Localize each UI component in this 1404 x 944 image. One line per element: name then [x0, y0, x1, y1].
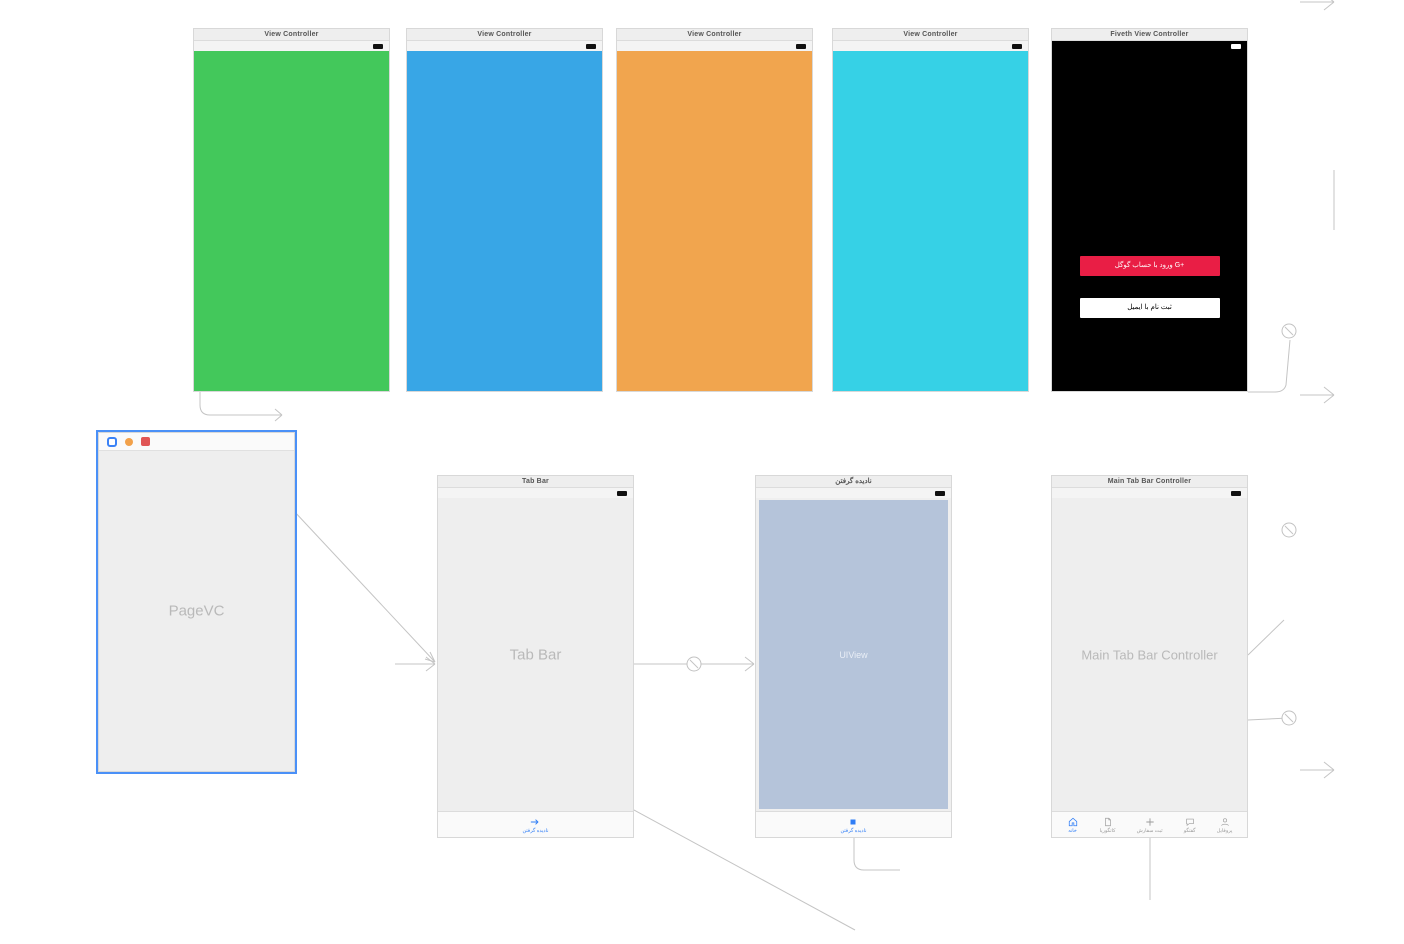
status-bar: [1052, 488, 1247, 498]
battery-icon: [617, 491, 627, 496]
first-responder-icon[interactable]: [107, 437, 117, 447]
tab-chat[interactable]: گفتگو: [1184, 817, 1196, 834]
tab-label: پروفایل: [1217, 828, 1233, 834]
status-bar: [194, 41, 389, 51]
fiveth-body: ورود با حساب گوگل G+ ثبت نام با ایمیل: [1052, 51, 1247, 391]
tab-label: کاتگوریا: [1100, 828, 1116, 834]
status-bar: [438, 488, 633, 498]
maintab-body: Main Tab Bar Controller: [1052, 498, 1247, 811]
scene-ignored[interactable]: نادیده گرفتن UIView نادیده گرفتن: [755, 475, 952, 838]
pagevc-body: PageVC: [99, 451, 294, 771]
tab-categories[interactable]: کاتگوریا: [1100, 817, 1116, 834]
vc2-body: [407, 51, 602, 391]
scene-title: Main Tab Bar Controller: [1052, 476, 1247, 488]
battery-icon: [1012, 44, 1022, 49]
tab-label: نادیده گرفتن: [522, 828, 548, 834]
scene-vc3[interactable]: View Controller: [616, 28, 813, 392]
tab-label: گفتگو: [1184, 828, 1196, 834]
arrow-right-icon: [529, 817, 541, 827]
person-icon: [1219, 817, 1231, 827]
scene-title: View Controller: [833, 29, 1028, 41]
storyboard-ref-icon[interactable]: [141, 437, 150, 446]
tab-bar: نادیده گرفتن: [756, 811, 951, 837]
tab-home[interactable]: خانه: [1067, 817, 1079, 834]
tab-label: ثبت سفارش: [1137, 828, 1163, 834]
tab-label: نادیده گرفتن: [840, 828, 866, 834]
battery-icon: [1231, 44, 1241, 49]
doc-icon: [1102, 817, 1114, 827]
tab-bar: نادیده گرفتن: [438, 811, 633, 837]
uiview[interactable]: UIView: [759, 500, 948, 809]
tab-label: خانه: [1068, 828, 1077, 834]
scene-pagevc[interactable]: PageVC: [98, 432, 295, 772]
scene-fiveth[interactable]: Fiveth View Controller ورود با حساب گوگل…: [1051, 28, 1248, 392]
status-bar: [756, 488, 951, 498]
scene-title: Fiveth View Controller: [1052, 29, 1247, 41]
battery-icon: [1231, 491, 1241, 496]
status-bar: [1052, 41, 1247, 51]
maintab-placeholder: Main Tab Bar Controller: [1081, 647, 1217, 662]
battery-icon: [935, 491, 945, 496]
pagevc-placeholder: PageVC: [169, 603, 225, 620]
scene-title: View Controller: [407, 29, 602, 41]
scene-vc4[interactable]: View Controller: [832, 28, 1029, 392]
tab-ignore[interactable]: نادیده گرفتن: [840, 817, 866, 834]
scene-title: View Controller: [194, 29, 389, 41]
email-signup-button[interactable]: ثبت نام با ایمیل: [1080, 298, 1220, 318]
vc1-body: [194, 51, 389, 391]
chat-icon: [1184, 817, 1196, 827]
google-signin-button[interactable]: ورود با حساب گوگل G+: [1080, 256, 1220, 276]
ignored-body: UIView: [756, 498, 951, 811]
scene-tabbar[interactable]: Tab Bar Tab Bar نادیده گرفتن: [437, 475, 634, 838]
tab-bar: خانه کاتگوریا ثبت سفارش گفتگو: [1052, 811, 1247, 837]
tab-profile[interactable]: پروفایل: [1217, 817, 1233, 834]
tab-order[interactable]: ثبت سفارش: [1137, 817, 1163, 834]
scene-title: View Controller: [617, 29, 812, 41]
scene-dock: [99, 433, 294, 451]
plus-icon: [1144, 817, 1156, 827]
scene-maintabbar[interactable]: Main Tab Bar Controller Main Tab Bar Con…: [1051, 475, 1248, 838]
scene-vc1[interactable]: View Controller: [193, 28, 390, 392]
exit-icon[interactable]: [125, 438, 133, 446]
battery-icon: [586, 44, 596, 49]
uiview-label: UIView: [839, 650, 867, 660]
tabbar-body: Tab Bar: [438, 498, 633, 811]
battery-icon: [796, 44, 806, 49]
scene-title: Tab Bar: [438, 476, 633, 488]
status-bar: [407, 41, 602, 51]
square-icon: [847, 817, 859, 827]
battery-icon: [373, 44, 383, 49]
tab-ignore[interactable]: نادیده گرفتن: [522, 817, 548, 834]
vc4-body: [833, 51, 1028, 391]
status-bar: [617, 41, 812, 51]
tabbar-placeholder: Tab Bar: [510, 646, 562, 663]
status-bar: [833, 41, 1028, 51]
scene-vc2[interactable]: View Controller: [406, 28, 603, 392]
scene-title: نادیده گرفتن: [756, 476, 951, 488]
home-icon: [1067, 817, 1079, 827]
vc3-body: [617, 51, 812, 391]
